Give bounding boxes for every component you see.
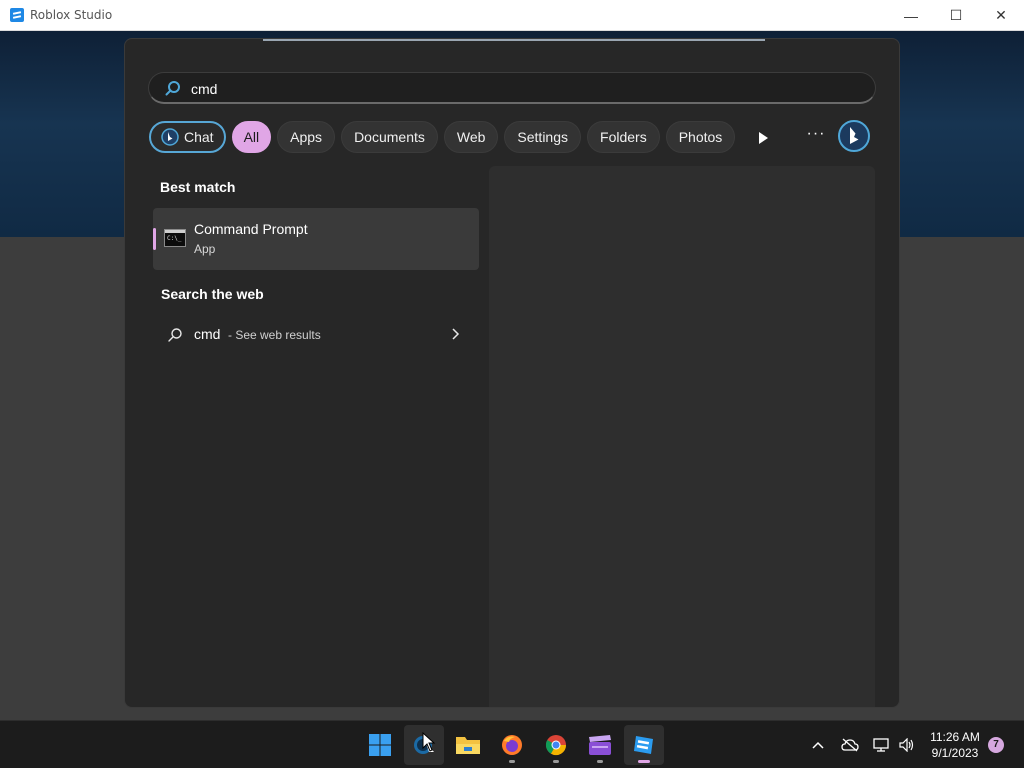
taskbar-chrome[interactable] [536,725,576,765]
tab-all[interactable]: All [231,121,272,153]
close-button[interactable]: ✕ [978,0,1024,31]
taskbar-start-button[interactable] [360,725,400,765]
web-query: cmd [194,326,221,342]
running-indicator [553,760,559,763]
tab-settings-label: Settings [517,129,569,145]
clock-date: 9/1/2023 [931,746,979,760]
tab-settings[interactable]: Settings [504,121,582,153]
speaker-icon [899,738,914,752]
tab-web-label: Web [456,129,486,145]
selection-indicator [153,228,156,250]
notification-badge[interactable]: 7 [988,737,1004,753]
taskbar-video-editor[interactable] [580,725,620,765]
search-web-heading: Search the web [161,286,264,302]
tab-chat-label: Chat [184,129,214,145]
tab-apps[interactable]: Apps [277,121,336,153]
window-titlebar: Roblox Studio — ☐ ✕ [0,0,1024,31]
search-box[interactable] [148,72,876,104]
tab-web[interactable]: Web [443,121,499,153]
tab-chat[interactable]: Chat [149,121,226,153]
filter-tabs: Chat All Apps Documents Web Settings Fol… [149,120,741,154]
tab-all-label: All [243,129,260,145]
onedrive-status[interactable] [838,721,862,768]
windows-start-icon [369,734,391,756]
search-icon [165,81,180,96]
minimize-button[interactable]: — [888,0,934,31]
roblox-studio-icon [634,736,653,754]
clapperboard-icon [589,735,611,755]
more-options-button[interactable]: ··· [803,125,829,149]
show-hidden-icons-button[interactable] [808,721,828,768]
taskbar-file-explorer[interactable] [448,725,488,765]
preview-pane [489,166,875,707]
tab-photos-label: Photos [678,129,723,145]
web-suffix: - See web results [228,328,321,342]
tab-documents[interactable]: Documents [341,121,438,153]
network-icon [873,738,889,752]
tab-documents-label: Documents [354,129,425,145]
best-match-heading: Best match [160,179,236,195]
roblox-studio-logo-icon [10,8,24,22]
search-icon [168,328,182,342]
chevron-up-icon [812,741,824,749]
command-prompt-icon: C:\_ [164,229,186,247]
clock[interactable]: 11:26 AM 9/1/2023 [924,729,986,761]
bing-icon[interactable] [837,119,871,153]
taskbar-firefox[interactable] [492,725,532,765]
tab-folders-label: Folders [600,129,647,145]
window-title: Roblox Studio [30,8,113,22]
search-input[interactable] [191,79,791,99]
running-indicator [509,760,515,763]
play-icon [759,132,768,144]
web-search-result[interactable]: cmd - See web results [153,319,479,351]
cloud-offline-icon [841,738,859,752]
bing-chat-icon [161,128,179,146]
maximize-button[interactable]: ☐ [933,0,979,31]
tab-folders[interactable]: Folders [587,121,660,153]
chrome-icon [545,735,567,756]
volume-control[interactable] [896,721,918,768]
panel-top-accent [263,39,765,41]
firefox-icon [502,735,522,755]
taskbar-roblox-studio[interactable] [624,725,664,765]
search-panel: Chat All Apps Documents Web Settings Fol… [124,38,900,708]
best-match-result[interactable]: C:\_ Command Prompt App [153,208,479,270]
network-status[interactable] [870,721,892,768]
clock-time: 11:26 AM [930,730,980,744]
more-filters-button[interactable] [753,128,773,148]
result-title: Command Prompt [194,221,308,237]
folder-icon [456,737,480,754]
taskbar: 11:26 AM 9/1/2023 7 [0,720,1024,768]
active-app-indicator [638,760,650,763]
mouse-cursor-icon [422,732,436,752]
result-subtitle: App [194,242,216,256]
tab-photos[interactable]: Photos [665,121,736,153]
tab-apps-label: Apps [290,129,323,145]
chevron-right-icon [452,328,460,340]
running-indicator [597,760,603,763]
